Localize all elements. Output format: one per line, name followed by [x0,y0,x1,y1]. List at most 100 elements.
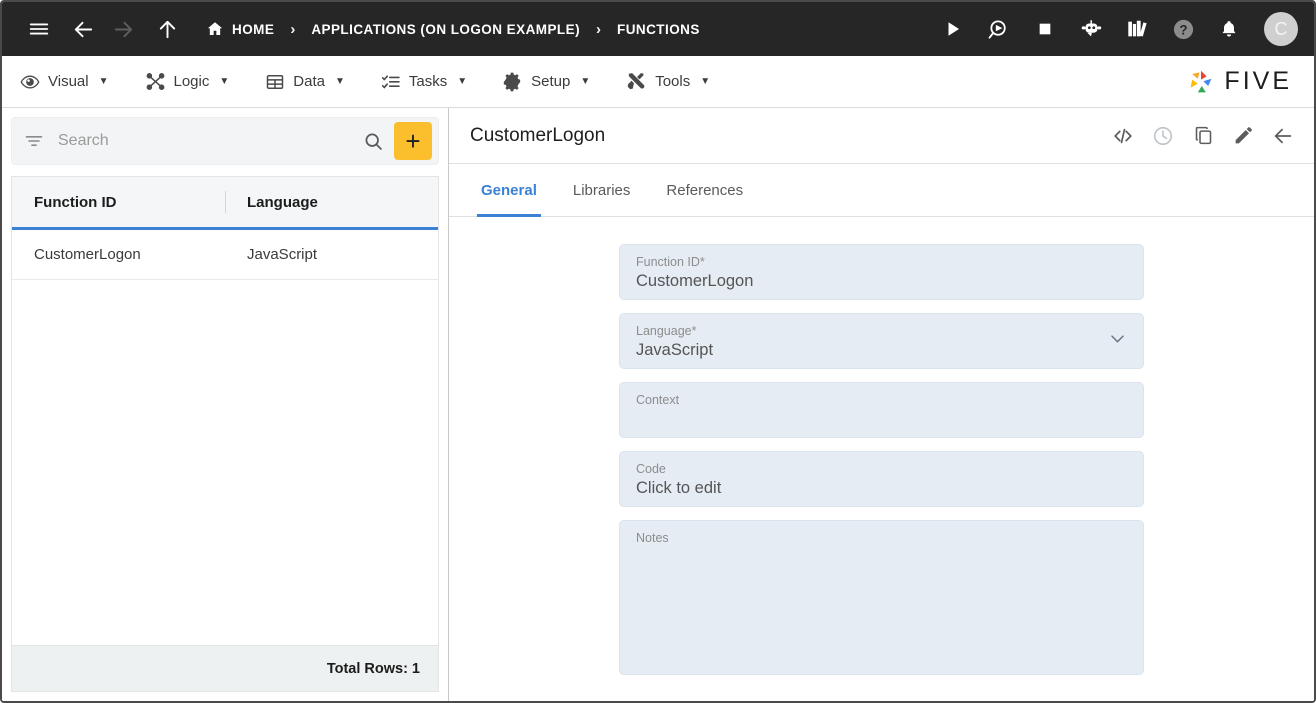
application-window: HOME › APPLICATIONS (ON LOGON EXAMPLE) ›… [0,0,1316,703]
search-bar: + [11,117,439,165]
menu-logic-label: Logic [173,73,210,90]
detail-header: CustomerLogon [449,108,1314,164]
breadcrumb-separator: › [596,20,602,38]
code-icon[interactable] [1106,119,1140,153]
field-function-id-value: CustomerLogon [636,272,754,290]
field-language-value: JavaScript [636,341,714,359]
logic-nodes-icon [145,71,166,92]
five-logo-text: FIVE [1224,67,1292,95]
table-grid-icon [265,72,285,92]
field-notes[interactable]: Notes [619,520,1144,675]
field-language[interactable]: Language* JavaScript [619,313,1144,369]
breadcrumb: HOME › APPLICATIONS (ON LOGON EXAMPLE) ›… [192,20,936,38]
menu-logic[interactable]: Logic ▼ [145,71,230,92]
page-title: CustomerLogon [470,124,606,146]
table-row[interactable]: CustomerLogon JavaScript [12,230,438,280]
hamburger-menu-icon[interactable] [22,12,56,46]
nav-back-icon[interactable] [66,12,100,46]
run-icon[interactable] [936,12,970,46]
five-logo: FIVE [1185,66,1292,98]
chevron-down-icon[interactable] [1108,329,1127,353]
breadcrumb-item-home[interactable]: HOME [206,20,274,38]
avatar[interactable]: C [1264,12,1298,46]
column-header-function-id[interactable]: Function ID [12,194,225,211]
cell-function-id: CustomerLogon [34,246,141,263]
menu-tasks[interactable]: Tasks ▼ [381,72,467,92]
svg-text:?: ? [1179,22,1187,37]
field-context-value [636,408,1127,430]
field-notes-label: Notes [636,531,669,545]
stop-icon[interactable] [1028,12,1062,46]
breadcrumb-item-applications[interactable]: APPLICATIONS (ON LOGON EXAMPLE) [311,22,580,37]
nav-up-icon[interactable] [150,12,184,46]
general-form: Function ID* CustomerLogon Language* Jav… [619,244,1144,695]
form-scroll-area[interactable]: Function ID* CustomerLogon Language* Jav… [449,217,1314,701]
field-language-label: Language* [636,324,697,338]
chevron-down-icon: ▼ [219,76,230,87]
notifications-bell-icon[interactable] [1212,12,1246,46]
eye-icon [20,72,40,92]
application-menu-bar: Visual ▼ Logic ▼ Data ▼ Tasks ▼ Setup ▼ … [2,56,1314,108]
grid-footer: Total Rows: 1 [11,645,439,692]
top-navigation-bar: HOME › APPLICATIONS (ON LOGON EXAMPLE) ›… [2,2,1314,59]
chatbot-icon[interactable] [1074,12,1108,46]
menu-setup-label: Setup [531,73,571,90]
menu-visual-label: Visual [48,73,89,90]
tab-general[interactable]: General [463,164,555,217]
duplicate-copy-icon[interactable] [1186,119,1220,153]
tab-libraries[interactable]: Libraries [555,164,649,216]
back-arrow-icon[interactable] [1266,119,1300,153]
menu-tools-label: Tools [655,73,691,90]
home-icon [206,20,224,38]
debug-icon[interactable] [982,12,1016,46]
library-icon[interactable] [1120,12,1154,46]
menu-data-label: Data [293,73,325,90]
field-context[interactable]: Context [619,382,1144,438]
breadcrumb-separator: › [290,20,296,38]
filter-icon[interactable] [24,131,44,151]
search-input[interactable] [44,132,353,150]
menu-visual[interactable]: Visual ▼ [20,72,109,92]
column-header-language[interactable]: Language [225,194,438,211]
menu-data[interactable]: Data ▼ [265,72,345,92]
avatar-initial: C [1274,18,1288,39]
chevron-down-icon: ▼ [457,76,468,87]
search-bar-wrapper: + [2,108,448,165]
field-code-value: Click to edit [636,479,722,497]
gear-icon [503,72,523,92]
chevron-down-icon: ▼ [580,76,591,87]
five-pinwheel-icon [1185,66,1217,98]
field-function-id[interactable]: Function ID* CustomerLogon [619,244,1144,300]
breadcrumb-label-home: HOME [232,21,275,37]
function-detail-panel: CustomerLogon General Libraries Referenc… [449,108,1314,701]
field-context-label: Context [636,393,680,407]
menu-tasks-label: Tasks [408,73,448,90]
main-body: + Function ID Language CustomerLogon Jav… [2,108,1314,701]
chevron-down-icon: ▼ [334,76,345,87]
breadcrumb-label-functions: FUNCTIONS [617,21,700,37]
menu-tools[interactable]: Tools ▼ [626,71,710,92]
field-notes-value [636,546,1127,568]
grid-header-row: Function ID Language [12,177,438,230]
chevron-down-icon: ▼ [98,76,109,87]
search-icon[interactable] [353,131,394,152]
field-code-label: Code [636,462,666,476]
tools-wrench-icon [626,71,647,92]
cell-language: JavaScript [247,246,318,263]
tab-references[interactable]: References [648,164,761,216]
chevron-down-icon: ▼ [700,76,711,87]
detail-tabs: General Libraries References [449,164,1314,217]
history-clock-icon [1146,119,1180,153]
help-icon[interactable]: ? [1166,12,1200,46]
edit-pencil-icon[interactable] [1226,119,1260,153]
topbar-actions: ? C [936,12,1298,46]
field-code[interactable]: Code Click to edit [619,451,1144,507]
breadcrumb-label-applications: APPLICATIONS (ON LOGON EXAMPLE) [311,21,581,37]
menu-setup[interactable]: Setup ▼ [503,72,590,92]
breadcrumb-item-functions[interactable]: FUNCTIONS [617,22,700,37]
detail-header-actions [1106,119,1300,153]
task-list-icon [381,72,401,92]
total-rows-label: Total Rows: 1 [326,660,420,677]
add-function-button[interactable]: + [394,122,432,160]
function-list-panel: + Function ID Language CustomerLogon Jav… [2,108,449,701]
